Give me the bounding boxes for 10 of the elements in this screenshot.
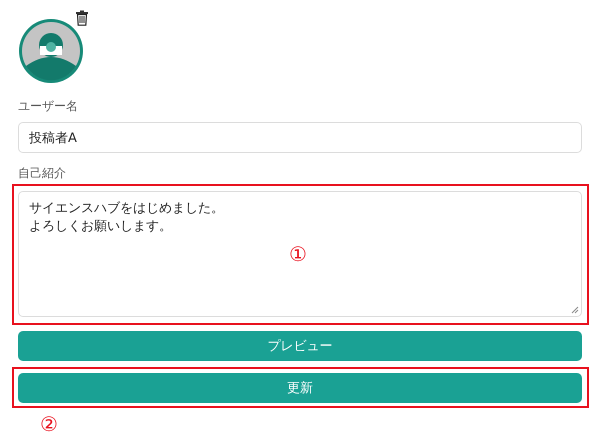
resize-handle-icon[interactable] xyxy=(571,306,579,314)
bio-text-line: よろしくお願いします。 xyxy=(29,218,172,236)
username-field[interactable]: 投稿者A xyxy=(18,122,582,153)
bio-text-line: サイエンスハブをはじめました。 xyxy=(29,200,224,218)
avatar-icon xyxy=(18,18,84,84)
field-label: ユーザー名 xyxy=(18,98,78,115)
field-label: 自己紹介 xyxy=(18,165,66,182)
callout-number: ② xyxy=(40,413,58,435)
callout-number: ① xyxy=(289,243,307,265)
trash-icon[interactable] xyxy=(75,10,89,26)
